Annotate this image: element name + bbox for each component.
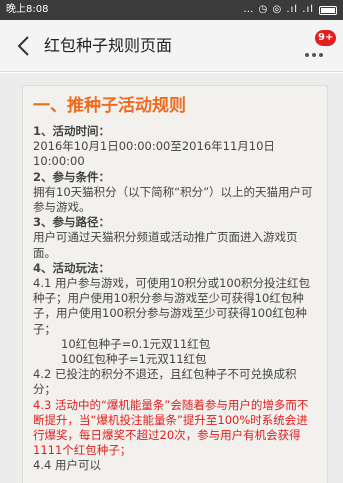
rule-line: 10红包种子=0.1元双11红包: [61, 336, 211, 351]
rule-line: 4.4 用户可以: [33, 458, 101, 473]
rule-line: 用户可通过天猫积分频道或活动推广页面进入游戏页面。: [33, 230, 298, 260]
status-icons: … ◷ ◎ .ıl .ıl: [243, 0, 337, 20]
rule-line: 100红包种子=1元双11红包: [61, 352, 207, 367]
content-area[interactable]: 一、推种子活动规则 1、活动时间： 2016年10月1日00:00:00至2016…: [0, 73, 343, 483]
status-bar: 晚上8:08 … ◷ ◎ .ıl .ıl: [0, 0, 343, 20]
rules-heading: 一、推种子活动规则: [33, 96, 186, 116]
rule-line: 4.3 活动中的“爆机能量条”会随着参与用户的增多而不断提升，当“爆机投注能量条…: [33, 397, 309, 458]
page-title: 红包种子规则页面: [44, 36, 173, 55]
rules-body: 1、活动时间： 2016年10月1日00:00:00至2016年11月10日10:…: [33, 124, 317, 474]
rule-line: 拥有10天猫积分（以下简称“积分”）以上的天猫用户可参与游戏。: [33, 184, 313, 215]
battery-icon: [319, 5, 337, 15]
nav-bar: 红包种子规则页面 9+: [0, 20, 343, 72]
rule-line: 4、活动玩法：: [33, 260, 111, 275]
notification-badge: 9+: [315, 30, 337, 46]
rule-line: 4.1 用户参与游戏，可使用10积分或100积分投注红包种子；用户使用10积分参…: [33, 276, 311, 336]
rule-line: 1、活动时间：: [33, 124, 111, 138]
rule-line: 4.2 已投注的积分不退还，且红包种子不可兑换成积分；: [33, 367, 297, 397]
rule-line: 2、参与条件：: [33, 169, 111, 184]
rule-line: 2016年10月1日00:00:00至2016年11月10日10:00:00: [33, 139, 275, 169]
rules-card: 一、推种子活动规则 1、活动时间： 2016年10月1日00:00:00至2016…: [22, 85, 328, 483]
status-time: 晚上8:08: [6, 4, 49, 15]
rule-line: 3、参与路径：: [33, 215, 111, 230]
back-arrow-icon[interactable]: [10, 33, 36, 59]
signal-icons: … ◷ ◎ .ıl .ıl: [243, 4, 314, 15]
